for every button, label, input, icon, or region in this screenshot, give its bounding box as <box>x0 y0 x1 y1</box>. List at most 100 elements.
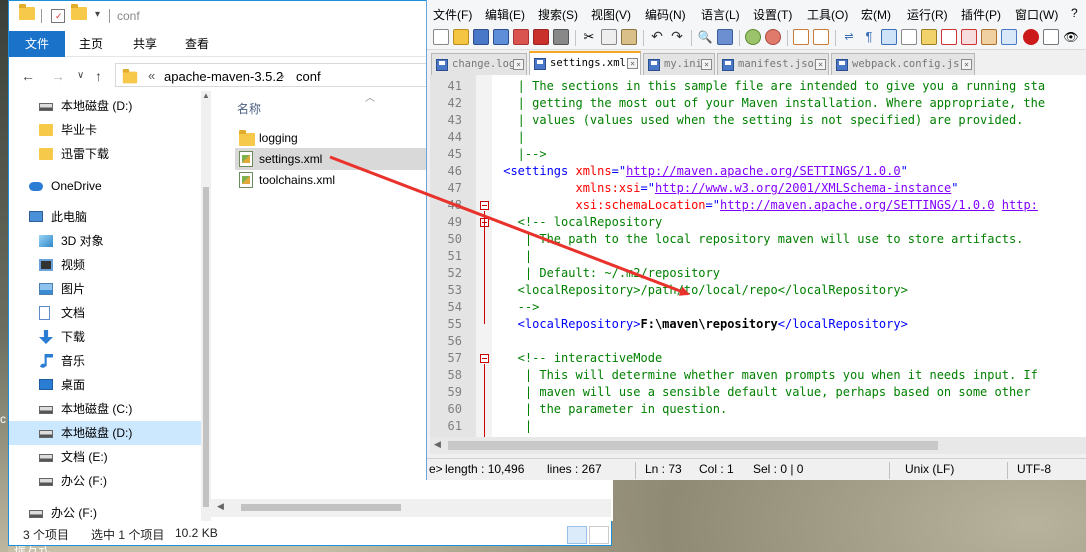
zoom-in-icon[interactable] <box>745 29 761 45</box>
nav-item[interactable]: 办公 (F:) <box>9 469 201 493</box>
nav-item[interactable]: OneDrive <box>9 174 201 198</box>
editor-horizontal-scrollbar[interactable]: ◀ <box>430 437 1086 454</box>
nav-item[interactable]: 音乐 <box>9 349 201 373</box>
code-line[interactable]: 45 |--> <box>430 146 1086 163</box>
breadcrumb-chevron-icon[interactable]: › <box>280 68 284 83</box>
code-line[interactable]: 61 | <box>430 418 1086 435</box>
code-line[interactable]: 47 xmlns:xsi="http://www.w3.org/2001/XML… <box>430 180 1086 197</box>
large-icons-view-icon[interactable] <box>589 526 609 544</box>
print-icon[interactable] <box>553 29 569 45</box>
nav-item[interactable]: 此电脑 <box>9 205 201 229</box>
back-arrow-icon[interactable]: ← <box>21 68 35 84</box>
menu-view[interactable]: 视图(V) <box>591 6 631 23</box>
open-file-icon[interactable] <box>453 29 469 45</box>
replace-icon[interactable] <box>717 29 733 45</box>
stop-record-icon[interactable] <box>1023 29 1039 45</box>
save-icon[interactable] <box>473 29 489 45</box>
code-line[interactable]: 44 | <box>430 129 1086 146</box>
code-line[interactable]: 55 <localRepository>F:\maven\repository<… <box>430 316 1086 333</box>
horizontal-scrollbar[interactable]: ◀ <box>211 499 611 517</box>
tab-close-icon[interactable]: × <box>961 59 972 70</box>
paste-icon[interactable] <box>621 29 637 45</box>
code-line[interactable]: 52 | Default: ~/.m2/repository <box>430 265 1086 282</box>
sync-horizontal-icon[interactable] <box>813 29 829 45</box>
zoom-out-icon[interactable] <box>765 29 781 45</box>
menu-window[interactable]: 窗口(W) <box>1015 6 1058 23</box>
code-line[interactable]: 60 | the parameter in question. <box>430 401 1086 418</box>
details-view-icon[interactable] <box>567 526 587 544</box>
tab-webpack-config[interactable]: webpack.config.js × <box>831 53 975 75</box>
find-icon[interactable]: 🔍 <box>697 29 713 45</box>
tab-change-log[interactable]: change.log × <box>431 53 527 75</box>
nav-item[interactable]: 3D 对象 <box>9 229 201 253</box>
encoding[interactable]: UTF-8 <box>1017 462 1051 476</box>
doc-map-icon[interactable] <box>921 29 937 45</box>
save-all-icon[interactable] <box>493 29 509 45</box>
nav-item[interactable]: 视频 <box>9 253 201 277</box>
new-file-icon[interactable] <box>433 29 449 45</box>
scroll-left-icon[interactable]: ◀ <box>434 439 441 450</box>
forward-arrow-icon[interactable]: → <box>51 68 65 84</box>
copy-icon[interactable] <box>601 29 617 45</box>
tab-share[interactable]: 共享 <box>123 31 167 57</box>
indent-guide-icon[interactable] <box>881 29 897 45</box>
monitoring-icon[interactable] <box>981 29 997 45</box>
quick-access-dropdown-icon[interactable]: ▾ <box>95 9 100 27</box>
nav-item[interactable]: 文档 (E:) <box>9 445 201 469</box>
menu-encoding[interactable]: 编码(N) <box>645 6 686 23</box>
tab-my-ini[interactable]: my.ini × <box>643 53 715 75</box>
code-line[interactable]: 42 | getting the most out of your Maven … <box>430 95 1086 112</box>
up-arrow-icon[interactable]: ↑ <box>95 68 102 84</box>
menu-help[interactable]: ? <box>1071 6 1078 20</box>
nav-scrollbar[interactable]: ▲ <box>201 91 211 521</box>
code-line[interactable]: 50 | The path to the local repository ma… <box>430 231 1086 248</box>
code-line[interactable]: 49 <!-- localRepository <box>430 214 1086 231</box>
code-line[interactable]: 41 | The sections in this sample file ar… <box>430 78 1086 95</box>
code-line[interactable]: 59 | maven will use a sensible default v… <box>430 384 1086 401</box>
breadcrumb-conf[interactable]: conf <box>296 69 321 84</box>
tab-view[interactable]: 查看 <box>175 31 219 57</box>
play-macro-icon[interactable] <box>1043 29 1059 45</box>
code-line[interactable]: 53 <localRepository>/path/to/local/repo<… <box>430 282 1086 299</box>
recent-dropdown-icon[interactable]: ∨ <box>77 70 84 81</box>
close-all-icon[interactable] <box>533 29 549 45</box>
cut-icon[interactable]: ✂ <box>581 29 597 45</box>
menu-edit[interactable]: 编辑(E) <box>485 6 525 23</box>
nav-item[interactable]: 迅雷下载 <box>9 142 201 166</box>
redo-icon[interactable]: ↷ <box>669 29 685 45</box>
eol-format[interactable]: Unix (LF) <box>905 462 954 476</box>
code-line[interactable]: 48 xsi:schemaLocation="http://maven.apac… <box>430 197 1086 214</box>
show-all-chars-icon[interactable]: ¶ <box>861 29 877 45</box>
tab-close-icon[interactable]: × <box>513 59 524 70</box>
h-scroll-thumb[interactable] <box>241 504 401 511</box>
tab-file[interactable]: 文件 <box>9 31 65 57</box>
menu-language[interactable]: 语言(L) <box>701 6 740 23</box>
code-line[interactable]: 58 | This will determine whether maven p… <box>430 367 1086 384</box>
nav-scroll-thumb[interactable] <box>203 187 209 507</box>
menu-macro[interactable]: 宏(M) <box>861 6 891 23</box>
tab-home[interactable]: 主页 <box>69 31 113 57</box>
nav-item[interactable]: 办公 (F:) <box>9 501 201 521</box>
code-line[interactable]: 46 <settings xmlns="http://maven.apache.… <box>430 163 1086 180</box>
menu-run[interactable]: 运行(R) <box>907 6 948 23</box>
nav-item[interactable]: 本地磁盘 (C:) <box>9 397 201 421</box>
word-wrap-icon[interactable]: ⇌ <box>841 29 857 45</box>
preview-eye-icon[interactable]: 👁 <box>1063 29 1079 45</box>
scroll-left-icon[interactable]: ◀ <box>217 501 224 512</box>
menu-search[interactable]: 搜索(S) <box>538 6 578 23</box>
nav-item[interactable]: 文档 <box>9 301 201 325</box>
nav-item[interactable]: 本地磁盘 (D:) <box>9 421 201 445</box>
editor-h-scroll-thumb[interactable] <box>448 441 938 450</box>
code-line[interactable]: 57 <!-- interactiveMode <box>430 350 1086 367</box>
code-editor[interactable]: 41 | The sections in this sample file ar… <box>430 75 1086 437</box>
function-list-icon[interactable] <box>941 29 957 45</box>
column-header-name[interactable]: 名称 <box>237 100 261 117</box>
code-line[interactable]: 56 <box>430 333 1086 350</box>
nav-item[interactable]: 桌面 <box>9 373 201 397</box>
code-line[interactable]: 54 --> <box>430 299 1086 316</box>
nav-item[interactable]: 图片 <box>9 277 201 301</box>
record-macro-icon[interactable] <box>1001 29 1017 45</box>
breadcrumb-overflow-icon[interactable]: « <box>148 68 155 83</box>
code-line[interactable]: 43 | values (values used when the settin… <box>430 112 1086 129</box>
properties-icon[interactable]: ✓ <box>51 9 65 23</box>
